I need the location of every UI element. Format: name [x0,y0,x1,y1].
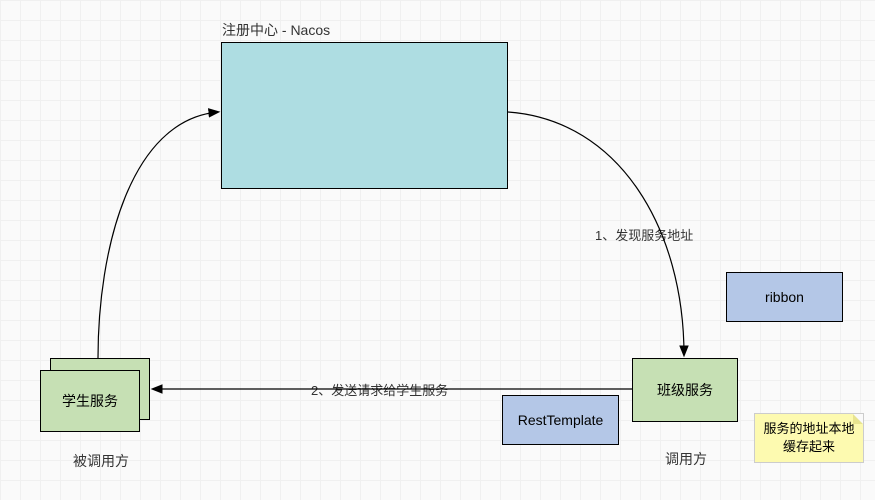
nacos-box [221,42,508,189]
ribbon-box: ribbon [726,272,843,322]
ribbon-label: ribbon [765,289,804,305]
title-label: 注册中心 - Nacos [222,20,330,40]
rest-template-label: RestTemplate [518,412,604,428]
arrow-register [98,112,218,358]
send-request-label: 2、发送请求给学生服务 [307,380,452,399]
discover-label: 1、发现服务地址 [595,225,693,244]
student-service-box: 学生服务 [40,370,140,432]
note-text: 服务的地址本地缓存起来 [763,421,854,454]
callee-label: 被调用方 [73,451,129,471]
class-service-box: 班级服务 [632,358,738,422]
class-service-label: 班级服务 [657,380,713,400]
student-service-label: 学生服务 [62,391,118,411]
caller-label: 调用方 [665,449,707,469]
rest-template-box: RestTemplate [502,395,619,445]
note-sticky: 服务的地址本地缓存起来 [754,413,864,463]
